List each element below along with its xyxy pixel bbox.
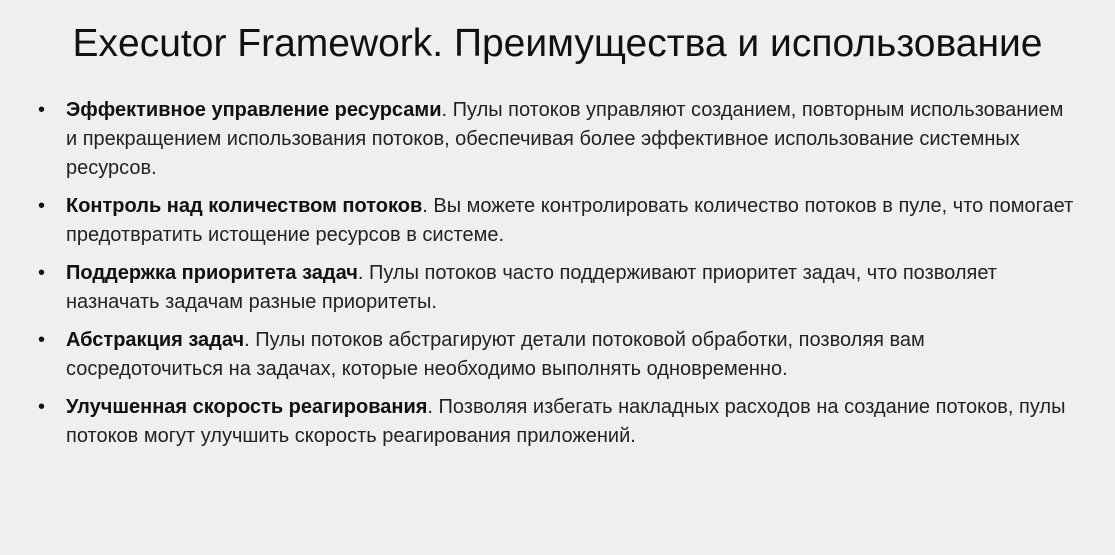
bullet-item-responsiveness: • Улучшенная скорость реагирования. Позв…: [38, 393, 1078, 451]
bullet-icon: •: [38, 262, 46, 284]
bullet-heading: Поддержка приоритета задач: [66, 262, 358, 284]
bullet-heading: Улучшенная скорость реагирования: [66, 396, 428, 418]
bullet-icon: •: [38, 195, 46, 217]
bullet-icon: •: [38, 329, 46, 351]
bullet-item-task-abstraction: • Абстракция задач. Пулы потоков абстраг…: [38, 326, 1078, 384]
slide-title: Executor Framework. Преимущества и испол…: [72, 22, 1043, 65]
bullet-heading: Контроль над количеством потоков: [66, 195, 423, 217]
bullet-heading: Эффективное управление ресурсами: [66, 99, 442, 121]
bullet-item-thread-count-control: • Контроль над количеством потоков. Вы м…: [38, 192, 1078, 250]
slide: Executor Framework. Преимущества и испол…: [0, 0, 1115, 555]
bullet-icon: •: [38, 396, 46, 418]
bullet-item-resource-management: • Эффективное управление ресурсами. Пулы…: [38, 96, 1078, 183]
bullet-list: • Эффективное управление ресурсами. Пулы…: [38, 96, 1078, 460]
bullet-heading: Абстракция задач: [66, 329, 245, 351]
bullet-item-task-priority: • Поддержка приоритета задач. Пулы поток…: [38, 259, 1078, 317]
bullet-icon: •: [38, 99, 46, 121]
